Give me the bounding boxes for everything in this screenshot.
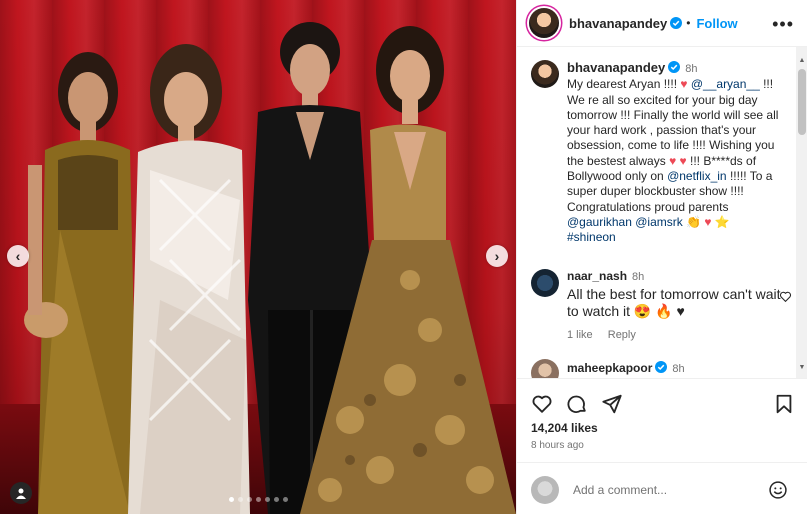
verified-badge-icon	[655, 361, 668, 373]
commenter-avatar[interactable]	[531, 269, 559, 297]
heart-emoji-icon: ♥	[680, 77, 688, 92]
comment-time: 8h	[632, 271, 645, 283]
hashtag-link[interactable]: #shineon	[567, 230, 616, 244]
likes-count[interactable]: 14,204 likes	[531, 421, 598, 435]
post-actions-bar	[517, 378, 807, 427]
carousel-dot	[255, 497, 261, 502]
commenter-avatar[interactable]	[531, 359, 559, 378]
post-time-ago: 8 hours ago	[531, 440, 584, 451]
author-avatar[interactable]	[529, 8, 559, 38]
verified-badge-icon	[670, 17, 683, 29]
current-user-avatar	[531, 476, 559, 504]
comment-meta: 1 like Reply	[567, 329, 789, 341]
emoji-picker-icon[interactable]	[768, 480, 788, 500]
carousel-dot	[237, 497, 243, 502]
author-username[interactable]: bhavanapandey	[569, 16, 667, 31]
person-white-saree	[128, 44, 250, 514]
reply-button[interactable]: Reply	[608, 329, 636, 341]
share-send-icon[interactable]	[601, 393, 623, 415]
like-comment-icon[interactable]	[779, 290, 792, 303]
carousel-dot	[273, 497, 279, 502]
person-gold-saree	[24, 52, 138, 514]
carousel-dot	[246, 497, 252, 502]
mention-link[interactable]: @netflix_in	[667, 169, 727, 183]
comment-bubble-icon[interactable]	[566, 393, 588, 415]
caption-text-1: My dearest Aryan !!!!	[567, 77, 681, 92]
caption-username[interactable]: bhavanapandey	[567, 60, 665, 75]
caption-body: bhavanapandey 8h My dearest Aryan !!!! ♥ …	[567, 60, 789, 246]
carousel-dot	[228, 497, 234, 502]
heart-emoji-icon: ♥ ♥	[669, 153, 687, 168]
post-header: bhavanapandey • Follow •••	[517, 0, 807, 47]
scroll-up-arrow-icon[interactable]: ▲	[798, 57, 806, 65]
chevron-right-icon: ›	[494, 248, 500, 264]
comment-body: naar_nash 8h All the best for tomorrow ca…	[567, 269, 789, 341]
verified-badge-icon	[668, 61, 681, 73]
comment-likes-count[interactable]: 1 like	[567, 329, 593, 341]
user-icon	[16, 488, 26, 499]
add-comment-bar	[517, 462, 807, 515]
group-photo-figures	[24, 22, 516, 514]
comments-list[interactable]: bhavanapandey 8h My dearest Aryan !!!! ♥ …	[517, 47, 807, 378]
mention-link[interactable]: @__aryan__	[691, 77, 760, 91]
caption-time: 8h	[685, 63, 698, 75]
comment-text: All the best for tomorrow can't wait to …	[567, 286, 781, 319]
next-photo-button[interactable]: ›	[486, 245, 508, 267]
comment-body: maheepkapoor 8h	[567, 359, 789, 377]
save-bookmark-icon[interactable]	[773, 393, 795, 415]
post-photo[interactable]: ‹ ›	[0, 0, 516, 514]
carousel-dot	[282, 497, 288, 502]
post-side-panel: bhavanapandey • Follow ••• bhavanapandey…	[516, 0, 807, 514]
mention-link[interactable]: @gaurikhan	[567, 215, 632, 229]
commenter-username[interactable]: maheepkapoor	[567, 361, 652, 375]
mention-link[interactable]: @iamsrk	[635, 215, 683, 229]
more-options-icon[interactable]: •••	[772, 14, 794, 35]
caption-author-avatar[interactable]	[531, 60, 559, 88]
separator-dot: •	[686, 16, 691, 30]
follow-button[interactable]: Follow	[696, 16, 737, 31]
carousel-indicator	[0, 497, 516, 502]
carousel-dot	[264, 497, 270, 502]
scrollbar-thumb[interactable]	[798, 69, 806, 135]
like-heart-icon[interactable]	[531, 393, 553, 415]
comment-time: 8h	[672, 363, 685, 375]
tagged-users-button[interactable]	[10, 482, 32, 504]
scroll-down-arrow-icon[interactable]: ▼	[798, 364, 806, 372]
commenter-username[interactable]: naar_nash	[567, 269, 627, 283]
chevron-left-icon: ‹	[15, 248, 21, 264]
add-comment-input[interactable]	[571, 478, 765, 502]
previous-photo-button[interactable]: ‹	[7, 245, 29, 267]
emoji-icons: 👏 ♥ ⭐	[686, 214, 730, 229]
comments-scrollbar[interactable]: ▲ ▼	[796, 47, 807, 378]
